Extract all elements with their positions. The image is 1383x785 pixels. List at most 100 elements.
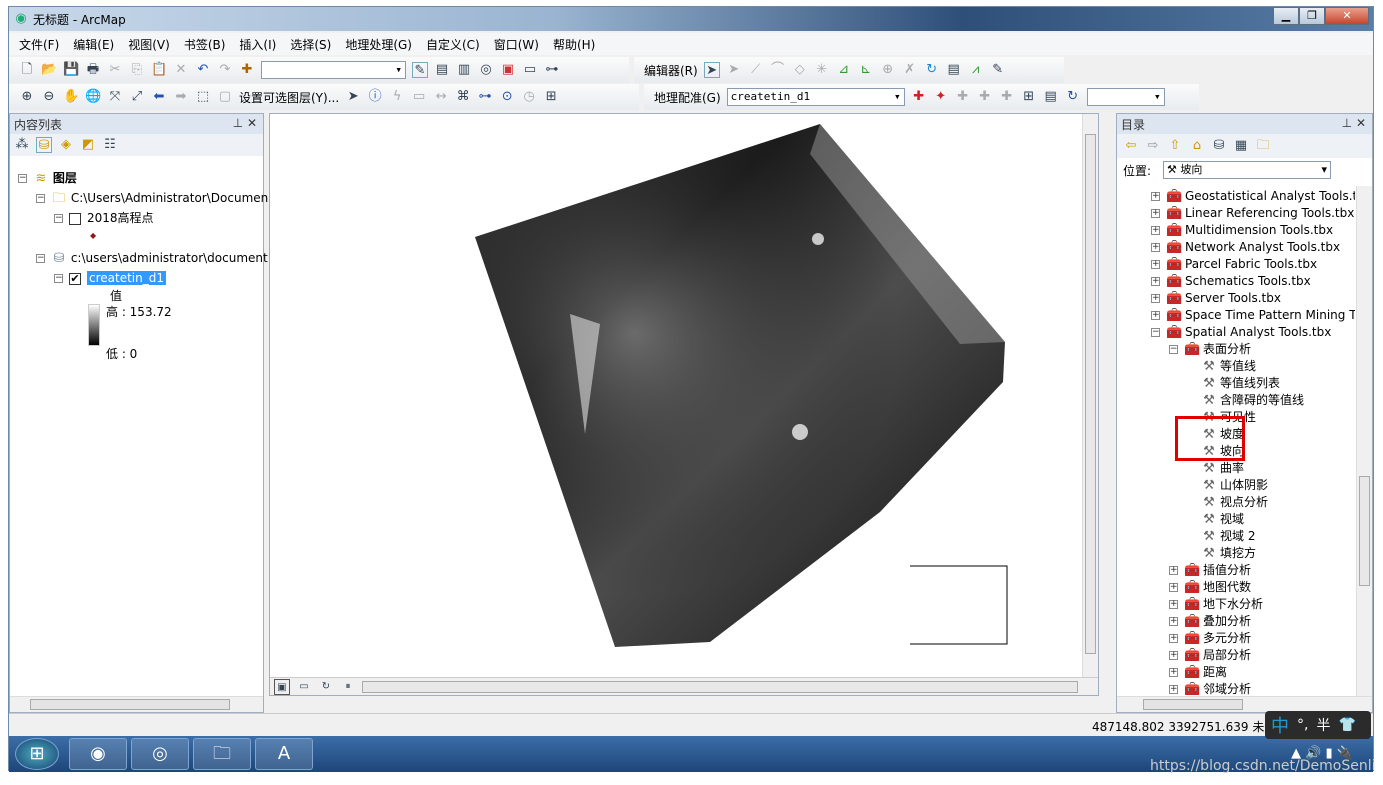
toolset-item[interactable]: + 🧰 多元分析 [1169, 630, 1251, 647]
toolbox-item[interactable]: + 🧰 Multidimension Tools.tbx [1151, 222, 1333, 239]
start-button[interactable]: ⊞ [15, 738, 59, 770]
raster-layer-name[interactable]: createtin_d1 [87, 271, 166, 285]
taskbar-chrome[interactable]: ◉ [69, 738, 127, 770]
toolbox-item[interactable]: + 🧰 Server Tools.tbx [1151, 290, 1281, 307]
expand-icon[interactable]: + [1169, 685, 1178, 694]
attributes-icon[interactable]: ▤ [946, 62, 962, 78]
set-selectable-layers-button[interactable]: 设置可选图层(Y)... [239, 89, 339, 106]
expand-icon[interactable]: + [1169, 566, 1178, 575]
magnifier-window-icon[interactable]: ⊞ [543, 89, 559, 105]
up-one-level-icon[interactable]: ⇧ [1167, 138, 1183, 154]
toolbox-item[interactable]: + 🧰 Linear Referencing Tools.tbx [1151, 205, 1354, 222]
point-icon[interactable]: ✳ [814, 62, 830, 78]
menu-view[interactable]: 视图(V) [128, 36, 170, 53]
measure-icon[interactable]: ↔ [433, 89, 449, 105]
catalog-back-icon[interactable]: ⇦ [1123, 138, 1139, 154]
zoom-out-icon[interactable]: ⊖ [41, 89, 57, 105]
toolbox-item[interactable]: + 🧰 Network Analyst Tools.tbx [1151, 239, 1340, 256]
tool-item[interactable]: ⚒ 视域 2 [1201, 528, 1255, 545]
forward-icon[interactable]: ➡ [173, 89, 189, 105]
select-elements-icon[interactable]: ➤ [345, 89, 361, 105]
expand-icon[interactable]: + [1169, 668, 1178, 677]
straight-segment-icon[interactable]: ⟋ [748, 62, 764, 78]
catalog-pin-icon[interactable]: ⊥ [1342, 116, 1352, 130]
expand-icon[interactable]: + [1151, 192, 1160, 201]
select-link-icon[interactable]: ✚ [955, 89, 971, 105]
fixed-zoom-in-icon[interactable]: ⤧ [107, 89, 123, 105]
create-features-icon[interactable]: ✎ [990, 62, 1006, 78]
point-layer-node[interactable]: −2018高程点 [54, 210, 154, 227]
toolset-item[interactable]: + 🧰 距离 [1169, 664, 1227, 681]
redo-icon[interactable]: ↷ [217, 62, 233, 78]
menu-help[interactable]: 帮助(H) [553, 36, 595, 53]
identify-icon[interactable]: ⓘ [367, 89, 383, 105]
editor-toolbar-icon[interactable]: ✎ [412, 62, 428, 78]
find-route-icon[interactable]: ⊶ [477, 89, 493, 105]
undo-icon[interactable]: ↶ [195, 62, 211, 78]
copy-icon[interactable]: ⎘ [129, 62, 145, 78]
tool-item[interactable]: ⚒ 填挖方 [1201, 545, 1256, 562]
html-popup-icon[interactable]: ▭ [411, 89, 427, 105]
map-scale-combo[interactable] [261, 61, 406, 79]
taskbar-explorer[interactable]: 🗀 [193, 738, 251, 770]
arctoolbox-icon[interactable]: ▣ [500, 62, 516, 78]
toolset-item[interactable]: + 🧰 地下水分析 [1169, 596, 1263, 613]
reshape-icon[interactable]: ⊾ [858, 62, 874, 78]
zoom-in-icon[interactable]: ⊕ [19, 89, 35, 105]
gdb-node[interactable]: − ⛁ c:\users\administrator\document [36, 250, 268, 267]
ime-punct[interactable]: °, [1297, 717, 1308, 733]
open-icon[interactable]: 📂 [41, 62, 57, 78]
tool-item[interactable]: ⚒ 曲率 [1201, 460, 1244, 477]
ime-width[interactable]: 半 [1316, 715, 1330, 735]
toolset-item[interactable]: − 🧰 表面分析 [1169, 341, 1251, 358]
toc-window-icon[interactable]: ▤ [434, 62, 450, 78]
map-vertical-scrollbar[interactable] [1082, 114, 1098, 679]
toolbox-item[interactable]: + 🧰 Schematics Tools.tbx [1151, 273, 1311, 290]
expand-icon[interactable]: + [1151, 277, 1160, 286]
menu-file[interactable]: 文件(F) [19, 36, 59, 53]
menu-windows[interactable]: 窗口(W) [494, 36, 539, 53]
collapse-icon[interactable]: − [1169, 345, 1178, 354]
tool-item[interactable]: ⚒ 含障碍的等值线 [1201, 392, 1304, 409]
ime-mode[interactable]: 中 [1271, 712, 1289, 738]
viewer-icon[interactable]: ⊞ [1021, 89, 1037, 105]
taskbar-arcgis[interactable]: ◎ [131, 738, 189, 770]
add-control-points-icon[interactable]: ✚ [911, 89, 927, 105]
find-icon[interactable]: ⌘ [455, 89, 471, 105]
catalog-horizontal-scrollbar[interactable] [1117, 696, 1372, 712]
python-window-icon[interactable]: ▭ [522, 62, 538, 78]
back-icon[interactable]: ⬅ [151, 89, 167, 105]
georef-rotate-input[interactable] [1086, 88, 1165, 106]
expand-icon[interactable]: + [1169, 651, 1178, 660]
menu-insert[interactable]: 插入(I) [239, 36, 276, 53]
toolbox-item[interactable]: + 🧰 Parcel Fabric Tools.tbx [1151, 256, 1317, 273]
views-icon[interactable]: ▦ [1233, 138, 1249, 154]
toolset-item[interactable]: + 🧰 地图代数 [1169, 579, 1251, 596]
list-by-drawing-order-icon[interactable]: ⁂ [14, 137, 30, 153]
auto-registration-icon[interactable]: ✦ [933, 89, 949, 105]
toc-horizontal-scrollbar[interactable] [10, 696, 263, 712]
link-table-icon[interactable]: ▤ [1043, 89, 1059, 105]
connect-folder-icon[interactable]: 🗀 [1255, 138, 1271, 154]
add-data-icon[interactable]: ✚ [239, 62, 255, 78]
expand-icon[interactable]: + [1151, 226, 1160, 235]
raster-layer-checkbox[interactable]: ✔ [69, 272, 81, 285]
default-gdb-icon[interactable]: ⛁ [1211, 138, 1227, 154]
full-extent-icon[interactable]: 🌐 [85, 89, 101, 105]
list-by-selection-icon[interactable]: ◩ [80, 137, 96, 153]
menu-selection[interactable]: 选择(S) [290, 36, 331, 53]
catalog-forward-icon[interactable]: ⇨ [1145, 138, 1161, 154]
catalog-window-icon[interactable]: ▥ [456, 62, 472, 78]
menu-edit[interactable]: 编辑(E) [73, 36, 114, 53]
edit-annotation-icon[interactable]: ➤ [726, 62, 742, 78]
expand-icon[interactable]: + [1169, 583, 1178, 592]
catalog-close-icon[interactable]: ✕ [1356, 116, 1366, 130]
new-icon[interactable]: 🗋 [19, 62, 35, 78]
georef-layer-combo[interactable]: createtin_d1 [726, 88, 905, 106]
rotate-icon[interactable]: ↻ [924, 62, 940, 78]
toolbox-item[interactable]: − 🧰 Spatial Analyst Tools.tbx [1151, 324, 1331, 341]
delete-link-icon[interactable]: ✚ [999, 89, 1015, 105]
fixed-zoom-out-icon[interactable]: ⤢ [129, 89, 145, 105]
go-to-xy-icon[interactable]: ⊙ [499, 89, 515, 105]
catalog-vertical-scrollbar[interactable] [1356, 186, 1372, 696]
